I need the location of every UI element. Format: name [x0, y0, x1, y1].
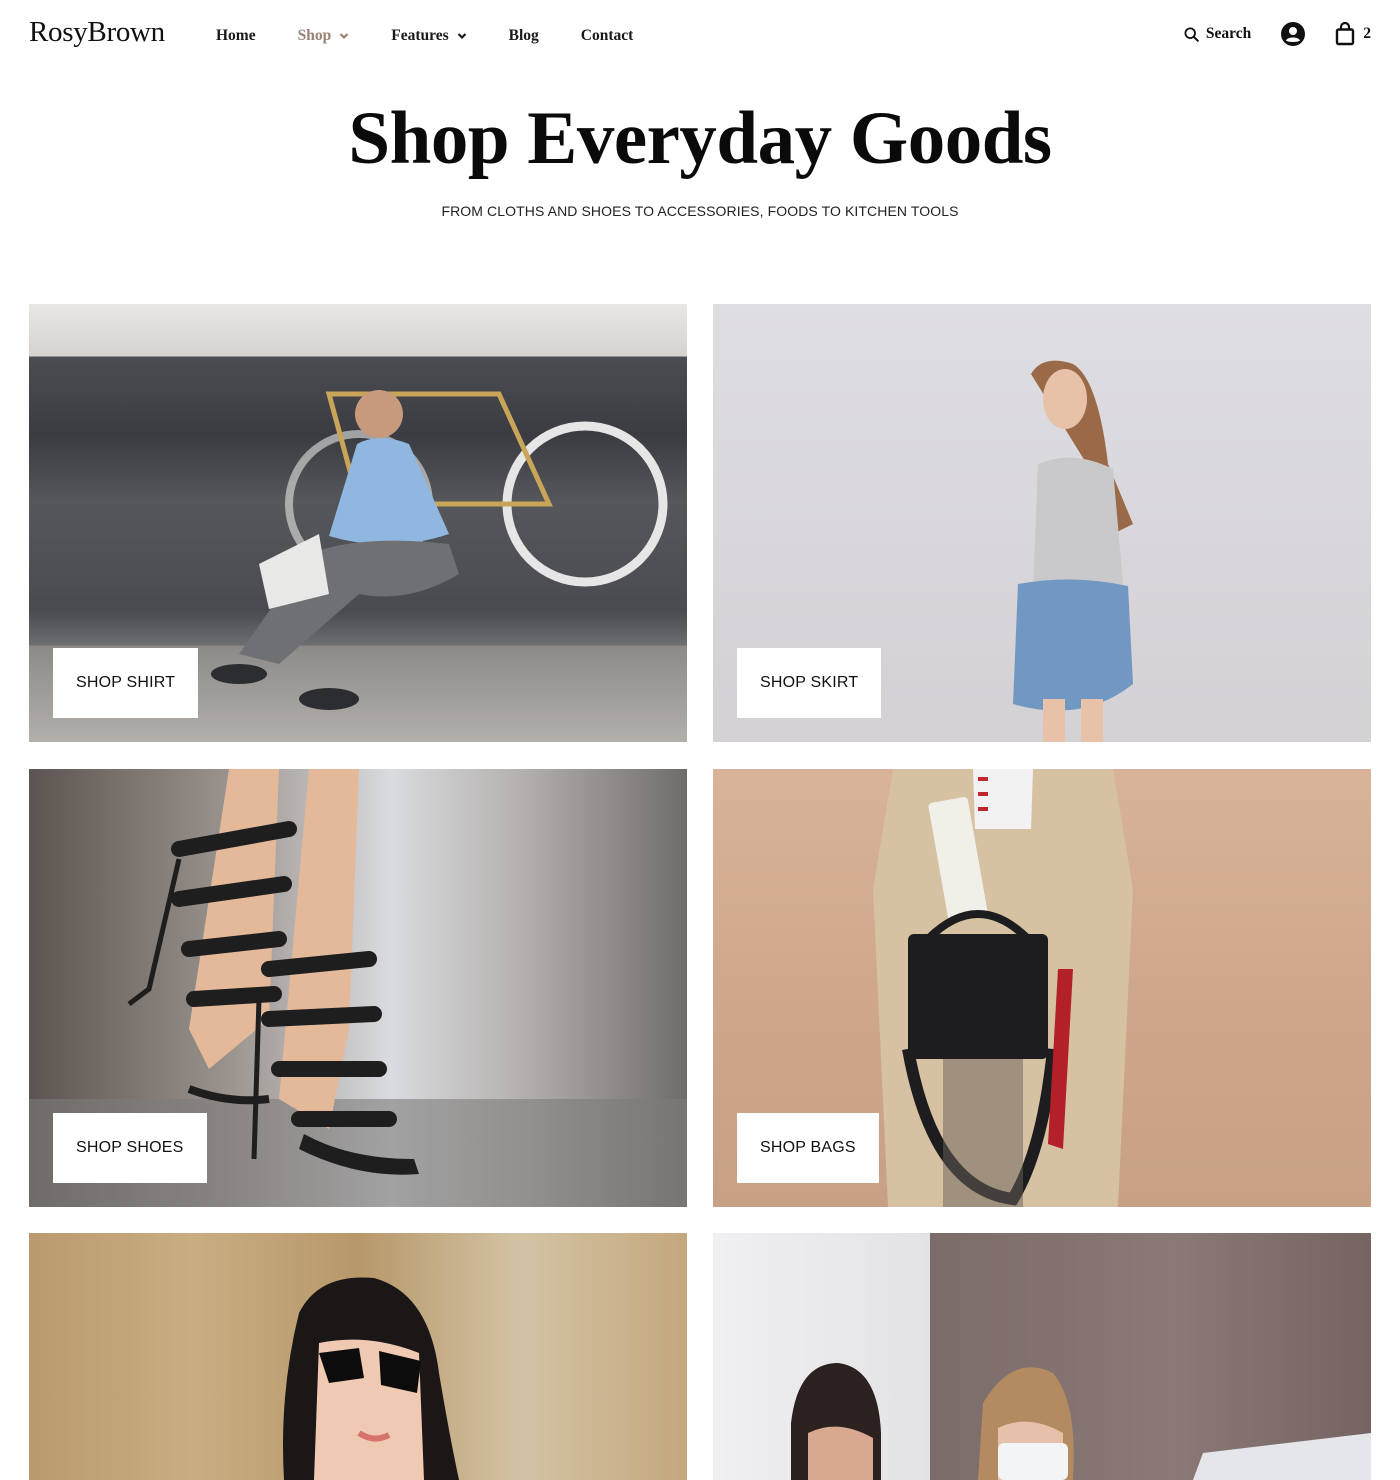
page-subtitle: FROM CLOTHS AND SHOES TO ACCESSORIES, FO…	[441, 203, 959, 219]
nav-item-features[interactable]: Features	[391, 27, 466, 45]
nav-item-label: Shop	[297, 27, 332, 44]
category-label: SHOP BAGS	[737, 1113, 879, 1183]
kids-with-masks-illustration	[791, 1363, 1371, 1480]
search-label: Search	[1205, 25, 1252, 42]
category-label: SHOP SHOES	[53, 1113, 207, 1183]
brand-logo[interactable]: RosyBrown	[29, 16, 165, 49]
nav-item-home[interactable]: Home	[216, 27, 256, 45]
shopping-bag-icon	[1336, 22, 1355, 46]
chevron-down-icon	[339, 32, 349, 40]
category-tile-shirt[interactable]: SHOP SHIRT	[29, 304, 687, 742]
nav-item-label: Blog	[508, 27, 539, 44]
account-button[interactable]	[1281, 22, 1306, 46]
woman-with-sunglasses-illustration	[283, 1277, 459, 1480]
header-actions: Search 2	[1184, 22, 1371, 46]
nav-item-contact[interactable]: Contact	[581, 27, 634, 45]
cart-button[interactable]: 2	[1335, 22, 1371, 46]
main-nav: Home Shop Features Blog Contact	[216, 27, 633, 45]
search-button[interactable]: Search	[1184, 25, 1251, 43]
nav-item-shop[interactable]: Shop	[298, 27, 350, 45]
category-tile-sunglasses[interactable]	[29, 1233, 687, 1480]
category-label: SHOP SHIRT	[53, 648, 199, 718]
category-tile-bags[interactable]: SHOP BAGS	[713, 769, 1371, 1207]
search-icon	[1184, 26, 1199, 42]
chevron-down-icon	[457, 32, 467, 40]
category-tile-shoes[interactable]: SHOP SHOES	[29, 769, 687, 1207]
category-tile-skirt[interactable]: SHOP SKIRT	[713, 304, 1371, 742]
user-circle-icon	[1281, 22, 1306, 46]
category-tile-kids[interactable]	[713, 1233, 1371, 1480]
cart-count-badge: 2	[1363, 25, 1371, 42]
nav-item-blog[interactable]: Blog	[509, 27, 539, 45]
nav-item-label: Home	[216, 27, 256, 44]
nav-item-label: Contact	[580, 27, 634, 44]
category-label: SHOP SKIRT	[737, 648, 882, 718]
nav-item-label: Features	[391, 27, 449, 44]
site-header: RosyBrown Home Shop Features Blog Contac…	[0, 0, 1400, 72]
category-image-sunglasses	[29, 1233, 687, 1480]
page-title: Shop Everyday Goods	[348, 97, 1052, 180]
category-image-kids	[713, 1233, 1371, 1480]
